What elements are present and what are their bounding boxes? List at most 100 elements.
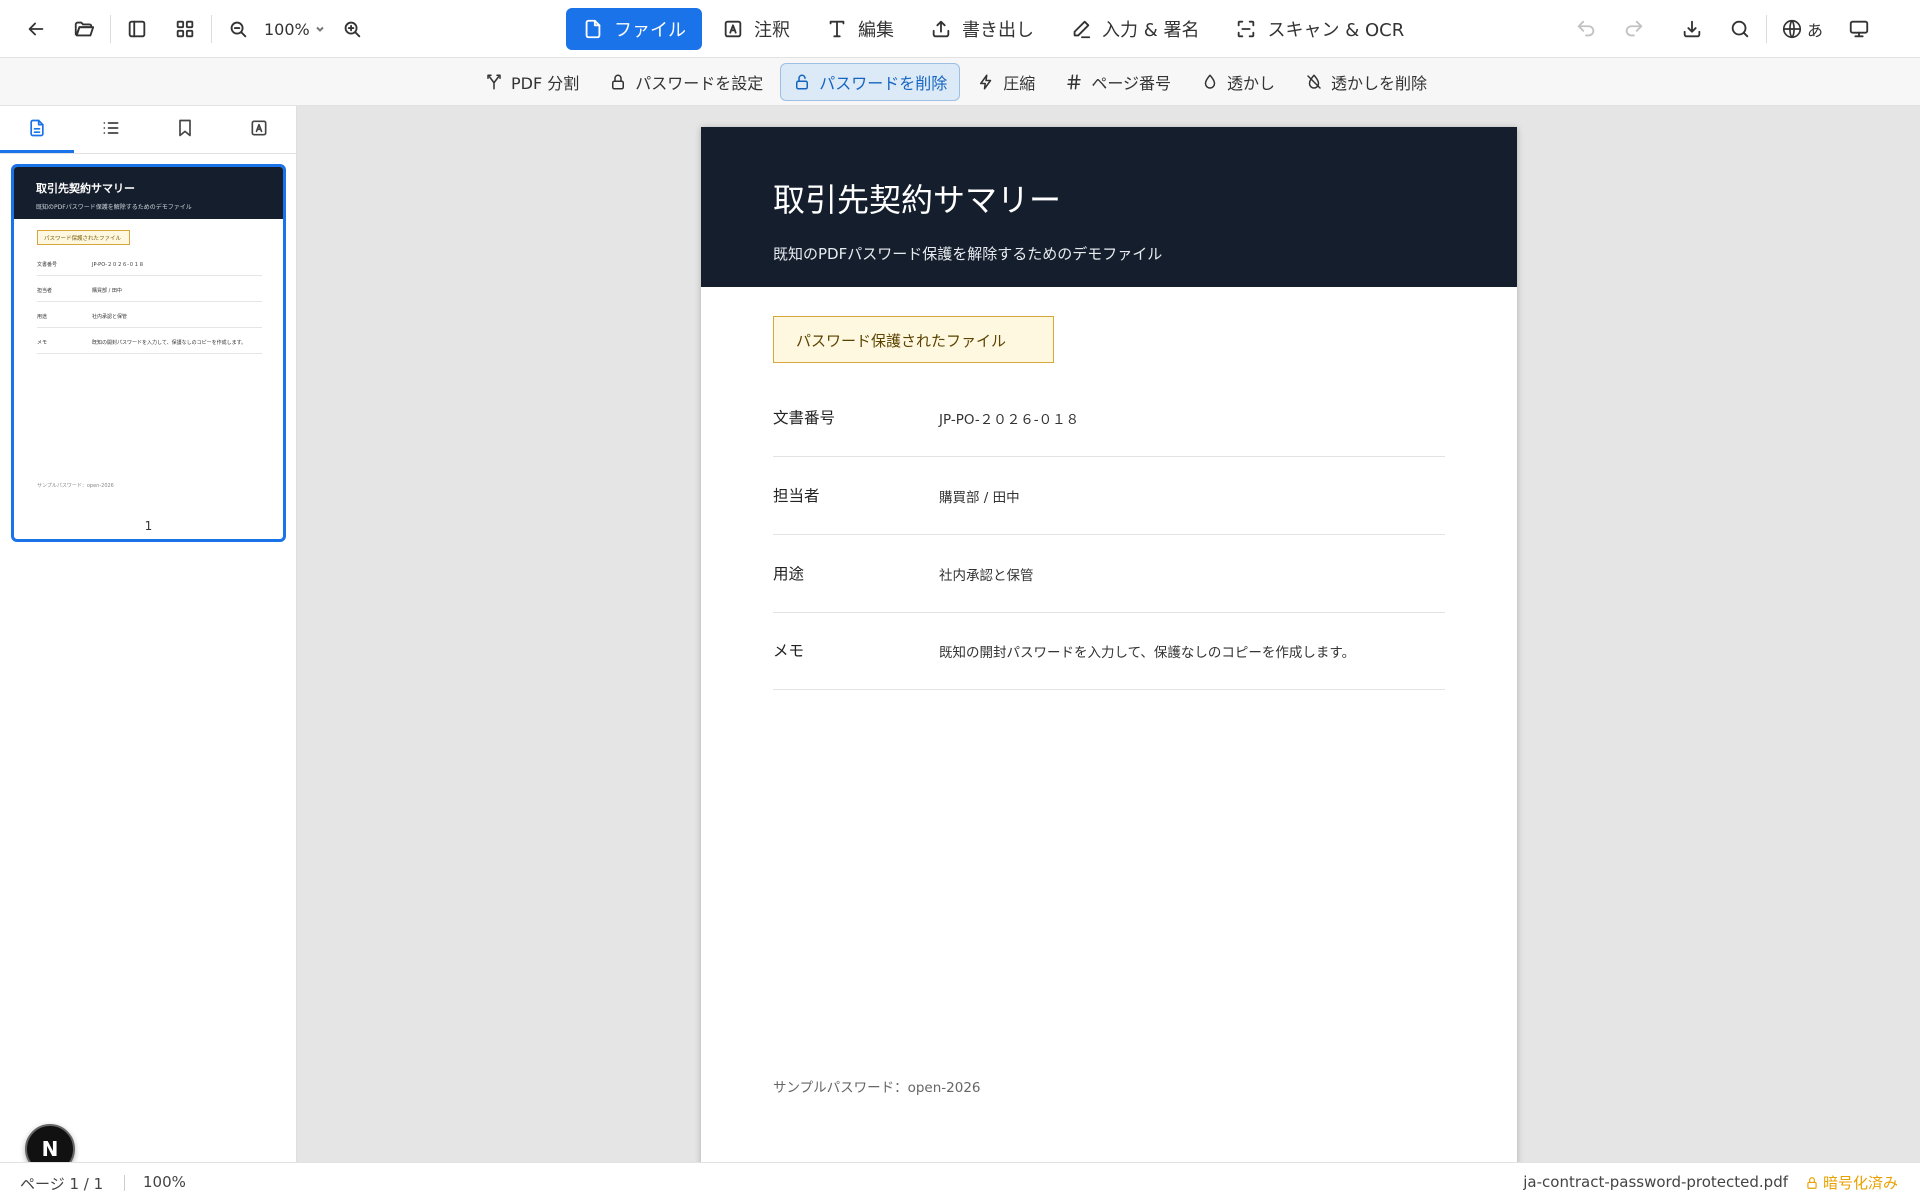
thumbnail-row-key: 用途: [37, 314, 48, 320]
tab-label: 入力 & 署名: [1102, 20, 1200, 41]
zoom-select[interactable]: 100%: [258, 20, 332, 39]
zoom-value: 100%: [264, 19, 310, 39]
download-button[interactable]: [1672, 9, 1712, 49]
sidebar-tab-annotations[interactable]: [222, 106, 296, 153]
protected-badge: パスワード保護されたファイル: [773, 316, 1054, 363]
sidebar-tabs: [0, 106, 296, 154]
compress-label: 圧縮: [1003, 74, 1036, 93]
remove-password-label: パスワードを削除: [819, 74, 948, 93]
hash-icon: [1067, 74, 1082, 90]
main-tabs: ファイル 注釈 編集 書き出し 入力 & 署名 スキャン & OCR: [566, 0, 1420, 58]
watermark-label: 透かし: [1227, 74, 1276, 93]
watermark-button[interactable]: 透かし: [1188, 63, 1288, 101]
page-indicator: ページ 1 / 1: [20, 1175, 104, 1193]
thumbnail-row-value: JP-PO-２０２６-０１８: [92, 262, 144, 268]
thumbnail-row: 文書番号 JP-PO-２０２６-０１８: [37, 254, 262, 276]
tab-annotate[interactable]: 注釈: [706, 8, 806, 50]
page-title: 取引先契約サマリー: [773, 181, 1062, 219]
thumbnail-row: 用途 社内承認と保管: [37, 306, 262, 328]
scan-icon: [1238, 20, 1255, 38]
status-zoom: 100%: [143, 1173, 186, 1191]
lock-icon: [612, 74, 625, 90]
tab-scan-ocr[interactable]: スキャン & OCR: [1219, 8, 1420, 50]
thumbnail-row: メモ 既知の開封パスワードを入力して、保護なしのコピーを作成します。: [37, 332, 262, 354]
tab-edit[interactable]: 編集: [810, 8, 910, 50]
thumbnail-row-key: 担当者: [37, 288, 53, 294]
zoom-out-icon: [230, 21, 247, 38]
set-password-label: パスワードを設定: [635, 74, 764, 93]
thumbnail-page-number: 1: [144, 519, 153, 533]
annotate-icon: [251, 120, 267, 136]
folder-open-icon: [74, 21, 95, 37]
sample-password-note: サンプルパスワード：open-2026: [773, 1080, 981, 1096]
thumbnail-row-key: メモ: [37, 340, 48, 346]
toolbar-divider: [211, 15, 212, 43]
list-icon: [103, 122, 119, 134]
page-subtitle: 既知のPDFパスワード保護を解除するためのデモファイル: [773, 245, 1163, 263]
lock-icon: [1807, 1176, 1817, 1189]
thumbnail-row-value: 既知の開封パスワードを入力して、保護なしのコピーを作成します。: [92, 340, 247, 346]
language-label: あ: [1807, 21, 1824, 40]
zoom-in-button[interactable]: [332, 9, 372, 49]
info-row-value: 購買部 / 田中: [939, 490, 1020, 506]
search-button[interactable]: [1720, 9, 1760, 49]
page-icon: [30, 119, 44, 137]
remove-watermark-button[interactable]: 透かしを削除: [1292, 63, 1440, 101]
info-row-owner: 担当者 購買部 / 田中: [773, 457, 1445, 535]
info-row-key: 用途: [773, 565, 805, 583]
page-numbers-button[interactable]: ページ番号: [1052, 63, 1184, 101]
sidebar-tab-outline[interactable]: [74, 106, 148, 153]
sidebar-icon: [128, 20, 146, 38]
encryption-status: 暗号化済み: [1805, 1172, 1898, 1193]
open-folder-button[interactable]: [64, 9, 104, 49]
tab-label: 書き出し: [962, 20, 1034, 41]
arrow-left-icon: [28, 22, 44, 36]
info-row-key: メモ: [773, 642, 805, 660]
chevron-down-icon: [316, 26, 324, 32]
tab-export[interactable]: 書き出し: [914, 8, 1050, 50]
compress-button[interactable]: 圧縮: [964, 63, 1048, 101]
tab-file[interactable]: ファイル: [566, 8, 702, 50]
undo-icon: [1577, 20, 1595, 37]
tab-label: ファイル: [614, 20, 686, 41]
status-bar: ページ 1 / 1 100% ja-contract-password-prot…: [0, 1162, 1920, 1200]
file-name: ja-contract-password-protected.pdf: [1523, 1173, 1788, 1191]
thumbnail-title: 取引先契約サマリー: [36, 182, 135, 195]
info-row-doc-number: 文書番号 JP-PO-２０２６-０１８: [773, 379, 1445, 457]
tab-fill-sign[interactable]: 入力 & 署名: [1054, 8, 1215, 50]
page-header: 取引先契約サマリー 既知のPDFパスワード保護を解除するためのデモファイル: [701, 127, 1517, 287]
file-subtoolbar: PDF 分割 パスワードを設定 パスワードを削除 圧縮 ページ番号 透かし 透か…: [0, 58, 1920, 106]
sidebar: 取引先契約サマリー 既知のPDFパスワード保護を解除するためのデモファイル パス…: [0, 106, 297, 1162]
search-icon: [1731, 20, 1749, 38]
info-row-value: JP-PO-２０２６-０１８: [939, 412, 1080, 428]
thumbnail-footer: サンプルパスワード：open-2026: [37, 483, 114, 489]
status-divider: [124, 1175, 125, 1191]
export-icon: [932, 20, 950, 38]
document-viewer[interactable]: 取引先契約サマリー 既知のPDFパスワード保護を解除するためのデモファイル パス…: [297, 106, 1920, 1162]
info-row-memo: メモ 既知の開封パスワードを入力して、保護なしのコピーを作成します。: [773, 612, 1445, 690]
tab-label: スキャン & OCR: [1267, 20, 1405, 41]
toggle-sidebar-button[interactable]: [117, 9, 157, 49]
grid-view-button[interactable]: [165, 9, 205, 49]
page-thumbnail[interactable]: 取引先契約サマリー 既知のPDFパスワード保護を解除するためのデモファイル パス…: [11, 164, 286, 542]
toolbar-divider: [110, 15, 111, 43]
redo-icon: [1625, 20, 1643, 37]
undo-button[interactable]: [1566, 9, 1606, 49]
zoom-out-button[interactable]: [218, 9, 258, 49]
tab-label: 注釈: [754, 20, 790, 41]
remove-password-button[interactable]: パスワードを削除: [780, 63, 961, 101]
back-button[interactable]: [16, 9, 56, 49]
thumbnail-row-value: 社内承認と保管: [92, 314, 128, 320]
set-password-button[interactable]: パスワードを設定: [596, 63, 776, 101]
sidebar-tab-bookmarks[interactable]: [148, 106, 222, 153]
bookmark-icon: [179, 119, 191, 137]
split-pdf-button[interactable]: PDF 分割: [472, 63, 592, 101]
unlock-icon: [796, 74, 809, 90]
display-mode-button[interactable]: [1839, 9, 1879, 49]
bolt-icon: [980, 74, 992, 90]
sidebar-tab-thumbnails[interactable]: [0, 106, 74, 153]
thumbnail-subtitle: 既知のPDFパスワード保護を解除するためのデモファイル: [36, 204, 192, 211]
redo-button[interactable]: [1614, 9, 1654, 49]
thumbnail-header: 取引先契約サマリー 既知のPDFパスワード保護を解除するためのデモファイル: [14, 167, 283, 219]
language-button[interactable]: あ: [1773, 17, 1831, 41]
